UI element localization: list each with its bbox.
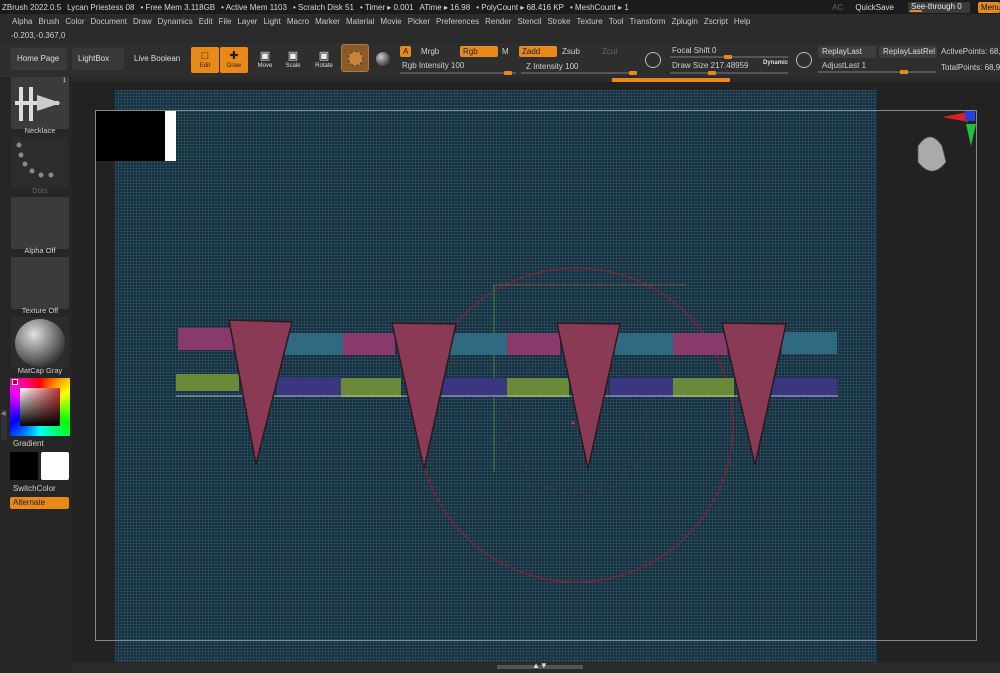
bead-7: [673, 333, 727, 355]
bottom-tray-handle[interactable]: ▲▼: [497, 661, 583, 670]
brush-center-dot: [571, 421, 575, 425]
bead-14: [610, 378, 673, 397]
bead-5: [507, 333, 560, 355]
bead-12: [443, 378, 507, 397]
scene-overlay: [176, 111, 976, 583]
orientation-gizmo: [917, 111, 976, 172]
bead-16: [772, 378, 837, 397]
bead-1: [178, 328, 234, 350]
gizmo-z-cube: [965, 111, 975, 121]
bead-15: [673, 378, 734, 397]
bead-3: [343, 333, 395, 355]
gizmo-y-arrow: [966, 124, 976, 146]
expand-arrows-icon: ▲▼: [532, 661, 548, 670]
bead-9: [176, 374, 239, 391]
bead-8: [782, 332, 837, 354]
bead-11: [341, 378, 401, 397]
gizmo-head-icon: [917, 136, 947, 172]
bead-10: [277, 377, 341, 396]
brush-cursor-circle: [418, 267, 734, 583]
bead-13: [507, 378, 569, 397]
bead-6: [615, 333, 673, 355]
gizmo-x-arrow: [942, 112, 968, 122]
bead-2: [285, 333, 343, 355]
bead-4: [450, 333, 507, 355]
